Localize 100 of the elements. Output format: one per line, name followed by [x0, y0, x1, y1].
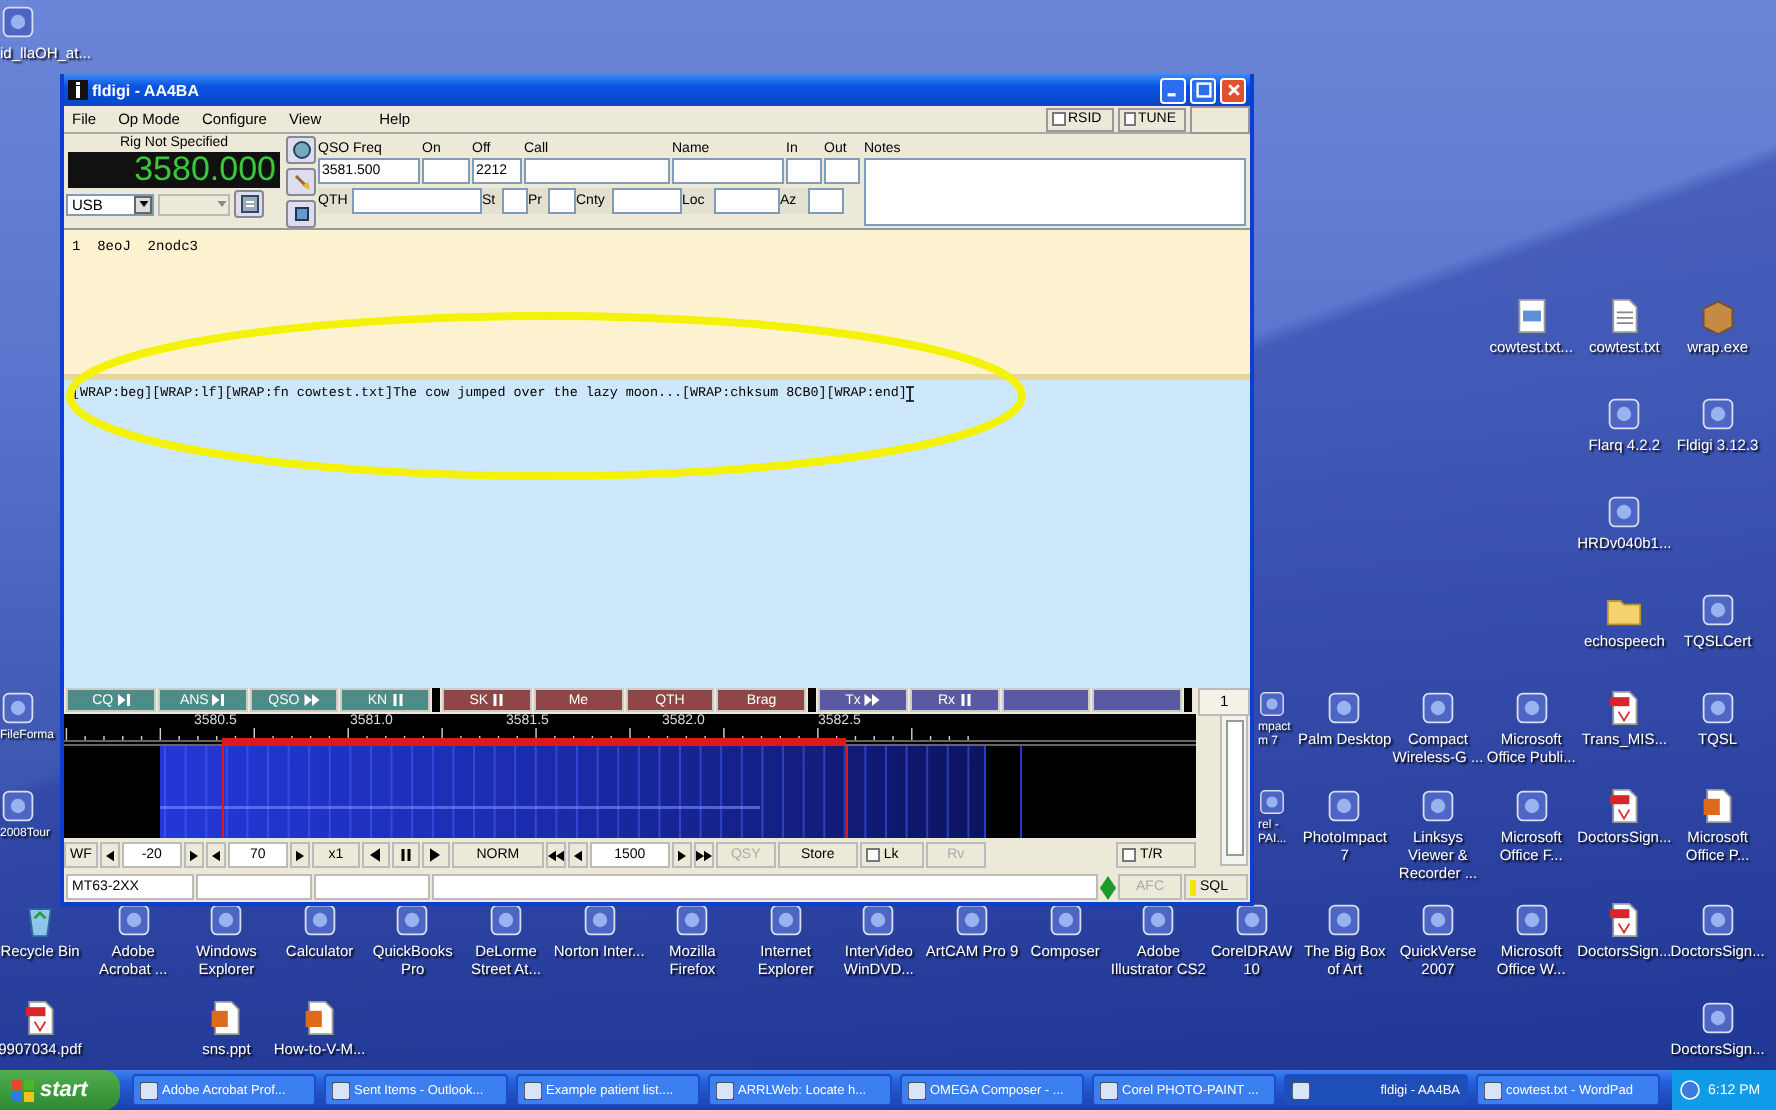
bandwidth-marker[interactable] [222, 738, 846, 746]
program-icon [1606, 396, 1643, 432]
document-icon [1513, 298, 1550, 334]
status-field [196, 874, 312, 900]
window-icon [332, 1081, 350, 1099]
text-field[interactable] [824, 158, 860, 184]
right-triangle-icon [295, 849, 304, 861]
program-icon [1513, 902, 1550, 938]
text-field[interactable] [714, 188, 780, 214]
broom-button[interactable] [286, 168, 316, 196]
double-right-triangle-icon [695, 849, 712, 861]
box-icon [1699, 298, 1736, 334]
program-icon [1606, 494, 1643, 530]
decrease-button[interactable] [205, 842, 226, 868]
caret-icon [137, 198, 149, 210]
window-icon [1292, 1081, 1310, 1099]
list-button[interactable] [234, 190, 264, 218]
text-file-icon [1606, 298, 1643, 334]
program-icon [208, 902, 245, 938]
globe-icon [291, 140, 311, 160]
frequency-display: 3580.000 [68, 152, 280, 188]
pause-icon [492, 694, 505, 706]
recycle-bin-icon [22, 902, 58, 938]
program-icon [1047, 902, 1084, 938]
pause-icon [399, 848, 412, 862]
maximize-button[interactable] [1190, 77, 1216, 103]
program-icon [1513, 690, 1550, 726]
broom-icon [291, 172, 311, 192]
left-triangle-icon [370, 848, 381, 862]
increase-button[interactable] [671, 842, 692, 868]
right-triangle-icon [189, 849, 198, 861]
program-icon [1140, 902, 1177, 938]
globe-button[interactable] [286, 136, 316, 164]
increase-button[interactable] [289, 842, 310, 868]
program-icon [1513, 788, 1550, 824]
program-icon [674, 902, 711, 938]
window-title: fldigi - AA4BA [92, 81, 199, 99]
program-icon [1326, 902, 1363, 938]
forward-button[interactable] [421, 842, 450, 868]
left-triangle-icon [573, 849, 582, 861]
windows-logo-icon [12, 1079, 34, 1101]
square-icon [291, 204, 311, 224]
play-end-icon [212, 694, 225, 706]
window-icon [1484, 1081, 1502, 1099]
slides-file-icon [301, 1000, 338, 1036]
fast-rewind-button[interactable] [545, 842, 566, 868]
close-button[interactable] [1220, 77, 1246, 103]
scroll-bar[interactable] [1220, 714, 1248, 866]
program-icon [1326, 788, 1363, 824]
text-field[interactable] [352, 188, 482, 214]
pdf-file-icon [1606, 690, 1643, 726]
caret-icon [216, 198, 228, 210]
tray-icon[interactable] [1680, 1080, 1700, 1100]
pdf-file-icon [1606, 902, 1643, 938]
program-icon [0, 4, 36, 40]
program-icon [1699, 690, 1736, 726]
program-icon [1258, 690, 1286, 718]
program-icon [581, 902, 618, 938]
fast-forward-icon [864, 694, 881, 706]
fast-forward-button[interactable] [693, 842, 714, 868]
text-field[interactable] [786, 158, 822, 184]
program-icon [394, 902, 431, 938]
notes-field[interactable] [864, 158, 1246, 226]
text-field[interactable] [548, 188, 576, 214]
text-field[interactable] [612, 188, 682, 214]
back-button[interactable] [361, 842, 390, 868]
text-field[interactable] [422, 158, 470, 184]
status-field [314, 874, 430, 900]
decrease-button[interactable] [99, 842, 120, 868]
text-field[interactable] [524, 158, 670, 184]
pause-button[interactable] [391, 842, 420, 868]
program-icon [1420, 902, 1456, 938]
program-icon [0, 788, 36, 824]
program-icon [488, 902, 524, 938]
pdf-file-icon [22, 1000, 58, 1036]
text-field[interactable] [808, 188, 844, 214]
list-icon [239, 194, 259, 214]
slides-file-icon [208, 1000, 245, 1036]
program-icon [1258, 788, 1286, 816]
decrease-button[interactable] [567, 842, 588, 868]
program-icon [301, 902, 338, 938]
right-triangle-icon [677, 849, 686, 861]
program-icon [954, 902, 990, 938]
program-icon [1233, 902, 1270, 938]
pause-icon [959, 694, 972, 706]
increase-button[interactable] [183, 842, 204, 868]
program-icon [1699, 902, 1736, 938]
macro-button[interactable] [1001, 688, 1091, 712]
minimize-button[interactable] [1160, 77, 1186, 103]
right-triangle-icon [430, 848, 441, 862]
text-field[interactable] [502, 188, 528, 214]
play-end-icon [117, 694, 130, 706]
program-icon [1420, 788, 1456, 824]
database-button[interactable] [286, 200, 316, 228]
program-icon [1699, 396, 1736, 432]
program-icon [1420, 690, 1456, 726]
macro-button[interactable] [1092, 688, 1183, 712]
text-field[interactable] [672, 158, 784, 184]
window-icon [908, 1081, 926, 1099]
window-icon [140, 1081, 158, 1099]
